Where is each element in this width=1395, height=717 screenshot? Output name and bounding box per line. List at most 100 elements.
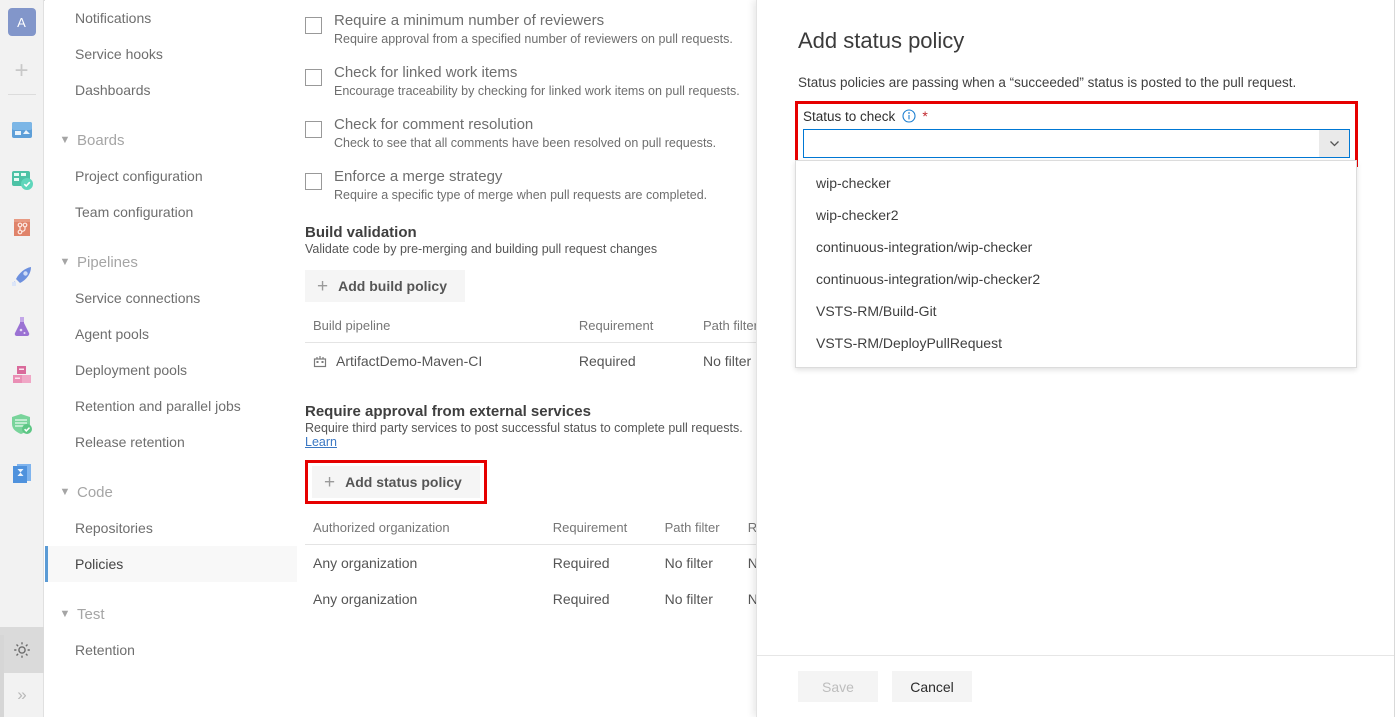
nav-item-service-connections[interactable]: Service connections bbox=[45, 280, 297, 316]
nav-item-project-configuration[interactable]: Project configuration bbox=[45, 158, 297, 194]
overview-icon[interactable] bbox=[0, 105, 44, 154]
policy-row-merge-strategy: Enforce a merge strategy Require a speci… bbox=[297, 156, 757, 202]
plus-icon: + bbox=[324, 473, 335, 492]
nav-label: Repositories bbox=[75, 520, 153, 536]
add-build-policy-button[interactable]: + Add build policy bbox=[305, 270, 465, 302]
policy-text: Check for comment resolution Check to se… bbox=[334, 104, 716, 150]
add-status-policy-button[interactable]: + Add status policy bbox=[312, 466, 480, 498]
add-build-policy-wrap: + Add build policy bbox=[305, 256, 465, 302]
checkbox-linked-work-items[interactable] bbox=[305, 69, 322, 86]
table-row[interactable]: Any organization Required No filter Neve… bbox=[305, 581, 757, 617]
status-to-check-dropdown: wip-checker wip-checker2 continuous-inte… bbox=[795, 160, 1357, 368]
nav-label: Policies bbox=[75, 556, 123, 572]
rail-top-group: A + bbox=[0, 0, 43, 497]
nav-item-retention-and-parallel-jobs[interactable]: Retention and parallel jobs bbox=[45, 388, 297, 424]
chevron-down-icon[interactable] bbox=[1319, 130, 1349, 157]
nav-item-repositories[interactable]: Repositories bbox=[45, 510, 297, 546]
chevron-down-icon: ▼ bbox=[55, 256, 75, 268]
table-row[interactable]: ArtifactDemo-Maven-CI Required No filter bbox=[305, 343, 757, 380]
add-build-policy-label: Add build policy bbox=[338, 278, 447, 294]
nav-item-dashboards[interactable]: Dashboards bbox=[45, 72, 297, 108]
info-icon[interactable] bbox=[902, 109, 916, 123]
test-plans-icon[interactable] bbox=[0, 301, 44, 350]
dropdown-option[interactable]: wip-checker bbox=[796, 167, 1356, 199]
cell-organization: Any organization bbox=[305, 581, 545, 617]
nav-group-label: Boards bbox=[77, 132, 125, 149]
dropdown-option[interactable]: VSTS-RM/DeployPullRequest bbox=[796, 327, 1356, 359]
create-new-icon[interactable]: + bbox=[0, 50, 44, 92]
section-title: Build validation bbox=[305, 224, 757, 241]
nav-group-code[interactable]: ▼ Code bbox=[45, 474, 297, 510]
cancel-button[interactable]: Cancel bbox=[892, 671, 972, 702]
policy-description: Require approval from a specified number… bbox=[334, 32, 733, 46]
col-build-pipeline: Build pipeline bbox=[305, 318, 571, 343]
security-icon[interactable] bbox=[0, 399, 44, 448]
cell-reset: Never bbox=[740, 581, 757, 617]
repos-icon[interactable] bbox=[0, 203, 44, 252]
save-button[interactable]: Save bbox=[798, 671, 878, 702]
boards-icon[interactable] bbox=[0, 154, 44, 203]
policy-title: Check for linked work items bbox=[334, 64, 740, 81]
col-path-filter: Path filter bbox=[657, 520, 740, 545]
col-reset-conditions: Reset c bbox=[740, 520, 757, 545]
learn-more-link[interactable]: Learn bbox=[305, 435, 337, 449]
cell-requirement: Required bbox=[545, 581, 657, 617]
nav-item-policies[interactable]: Policies bbox=[45, 546, 297, 582]
nav-item-release-retention[interactable]: Release retention bbox=[45, 424, 297, 460]
nav-label: Dashboards bbox=[75, 82, 151, 98]
table-row[interactable]: Any organization Required No filter Neve… bbox=[305, 545, 757, 582]
nav-item-service-hooks[interactable]: Service hooks bbox=[45, 36, 297, 72]
dropdown-option[interactable]: continuous-integration/wip-checker2 bbox=[796, 263, 1356, 295]
cell-path-filter: No filter bbox=[695, 343, 757, 380]
status-to-check-input[interactable] bbox=[804, 130, 1319, 157]
nav-item-notifications[interactable]: Notifications bbox=[45, 0, 297, 36]
section-title: Require approval from external services bbox=[305, 403, 757, 420]
checkbox-merge-strategy[interactable] bbox=[305, 173, 322, 190]
organization-avatar[interactable]: A bbox=[8, 8, 36, 36]
checkbox-comment-resolution[interactable] bbox=[305, 121, 322, 138]
dropdown-option[interactable]: VSTS-RM/Build-Git bbox=[796, 295, 1356, 327]
retention-icon[interactable] bbox=[0, 448, 44, 497]
policy-description: Require a specific type of merge when pu… bbox=[334, 188, 707, 202]
nav-item-retention[interactable]: Retention bbox=[45, 632, 297, 668]
policy-row-comment-resolution: Check for comment resolution Check to se… bbox=[297, 104, 757, 150]
nav-group-label: Test bbox=[77, 606, 105, 623]
checkbox-min-reviewers[interactable] bbox=[305, 17, 322, 34]
nav-item-deployment-pools[interactable]: Deployment pools bbox=[45, 352, 297, 388]
panel-title: Add status policy bbox=[757, 0, 1395, 54]
status-to-check-combobox[interactable] bbox=[803, 129, 1350, 158]
section-description: Validate code by pre-merging and buildin… bbox=[305, 242, 757, 256]
nav-label: Service hooks bbox=[75, 46, 163, 62]
policy-text: Enforce a merge strategy Require a speci… bbox=[334, 156, 707, 202]
expand-chevrons-icon[interactable]: » bbox=[0, 673, 44, 717]
policy-description: Encourage traceability by checking for l… bbox=[334, 84, 740, 98]
artifacts-icon[interactable] bbox=[0, 350, 44, 399]
add-status-policy-label: Add status policy bbox=[345, 474, 462, 490]
nav-group-test[interactable]: ▼ Test bbox=[45, 596, 297, 632]
rail-scrollbar[interactable] bbox=[0, 635, 4, 717]
pipelines-icon[interactable] bbox=[0, 252, 44, 301]
col-requirement: Requirement bbox=[545, 520, 657, 545]
nav-group-boards[interactable]: ▼ Boards bbox=[45, 122, 297, 158]
section-description-text: Require third party services to post suc… bbox=[305, 421, 743, 435]
rail-divider bbox=[8, 94, 36, 95]
nav-item-agent-pools[interactable]: Agent pools bbox=[45, 316, 297, 352]
policy-text: Require a minimum number of reviewers Re… bbox=[334, 0, 733, 46]
policy-description: Check to see that all comments have been… bbox=[334, 136, 716, 150]
nav-label: Service connections bbox=[75, 290, 200, 306]
nav-group-label: Code bbox=[77, 484, 113, 501]
col-requirement: Requirement bbox=[571, 318, 695, 343]
nav-group-pipelines[interactable]: ▼ Pipelines bbox=[45, 244, 297, 280]
status-to-check-label: Status to check bbox=[803, 109, 895, 124]
cell-requirement: Required bbox=[545, 545, 657, 582]
cell-path-filter: No filter bbox=[657, 581, 740, 617]
dropdown-option[interactable]: continuous-integration/wip-checker bbox=[796, 231, 1356, 263]
nav-item-team-configuration[interactable]: Team configuration bbox=[45, 194, 297, 230]
gear-icon[interactable] bbox=[0, 627, 44, 673]
chevron-down-icon: ▼ bbox=[55, 608, 75, 620]
dropdown-option[interactable]: wip-checker2 bbox=[796, 199, 1356, 231]
cell-path-filter: No filter bbox=[657, 545, 740, 582]
policy-title: Check for comment resolution bbox=[334, 116, 716, 133]
policy-text: Check for linked work items Encourage tr… bbox=[334, 52, 740, 98]
table-header-row: Build pipeline Requirement Path filter bbox=[305, 318, 757, 343]
